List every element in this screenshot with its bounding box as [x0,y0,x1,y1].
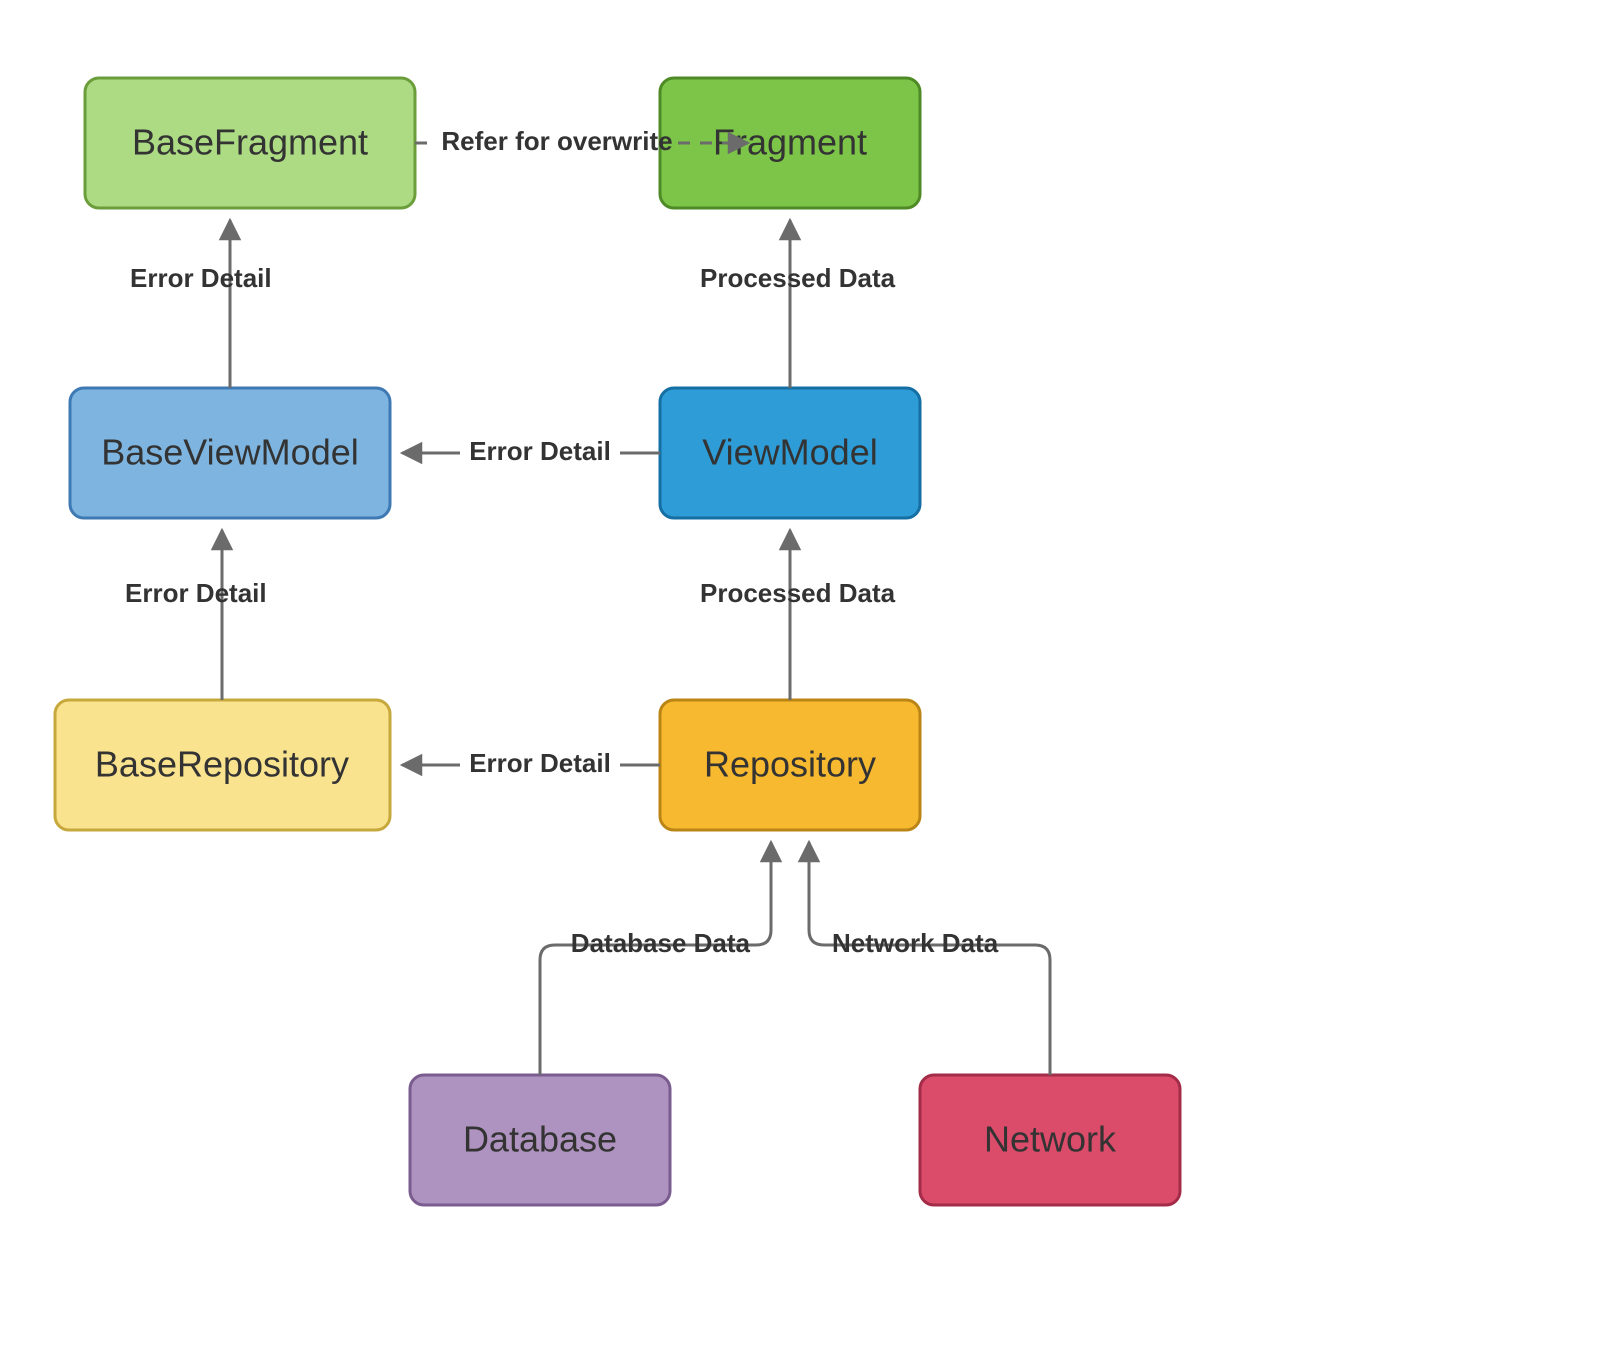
node-base-fragment: BaseFragment [85,78,415,208]
edge-repo-to-brepo: Error Detail [402,748,660,778]
edge-db-to-repo-label: Database Data [571,928,751,958]
node-viewmodel-label: ViewModel [702,432,877,473]
node-base-viewmodel-label: BaseViewModel [101,432,358,473]
edge-brepo-to-bvm: Error Detail [125,530,267,700]
node-base-fragment-label: BaseFragment [132,122,368,163]
edge-bvm-to-bf: Error Detail [130,220,272,388]
edge-repo-to-brepo-label: Error Detail [469,748,611,778]
architecture-diagram: BaseFragment Fragment BaseViewModel View… [0,0,1613,1350]
node-network-label: Network [984,1119,1117,1160]
node-fragment-label: Fragment [713,122,867,163]
node-fragment: Fragment [660,78,920,208]
node-base-repository-label: BaseRepository [95,744,349,785]
node-repository-label: Repository [704,744,876,785]
edge-net-to-repo-label: Network Data [832,928,999,958]
edge-vm-to-frag-label: Processed Data [700,263,896,293]
node-network: Network [920,1075,1180,1205]
edge-vm-to-bvm: Error Detail [402,436,660,466]
node-base-repository: BaseRepository [55,700,390,830]
edge-repo-to-vm-label: Processed Data [700,578,896,608]
node-base-viewmodel: BaseViewModel [70,388,390,518]
node-database: Database [410,1075,670,1205]
edge-net-to-repo: Network Data [809,842,1050,1075]
edge-refer-for-overwrite-label: Refer for overwrite [441,126,672,156]
edge-vm-to-frag: Processed Data [700,220,896,388]
edge-db-to-repo: Database Data [540,842,771,1075]
node-viewmodel: ViewModel [660,388,920,518]
edge-bvm-to-bf-label: Error Detail [130,263,272,293]
node-repository: Repository [660,700,920,830]
edge-vm-to-bvm-label: Error Detail [469,436,611,466]
edge-repo-to-vm: Processed Data [700,530,896,700]
edge-brepo-to-bvm-label: Error Detail [125,578,267,608]
node-database-label: Database [463,1119,617,1160]
